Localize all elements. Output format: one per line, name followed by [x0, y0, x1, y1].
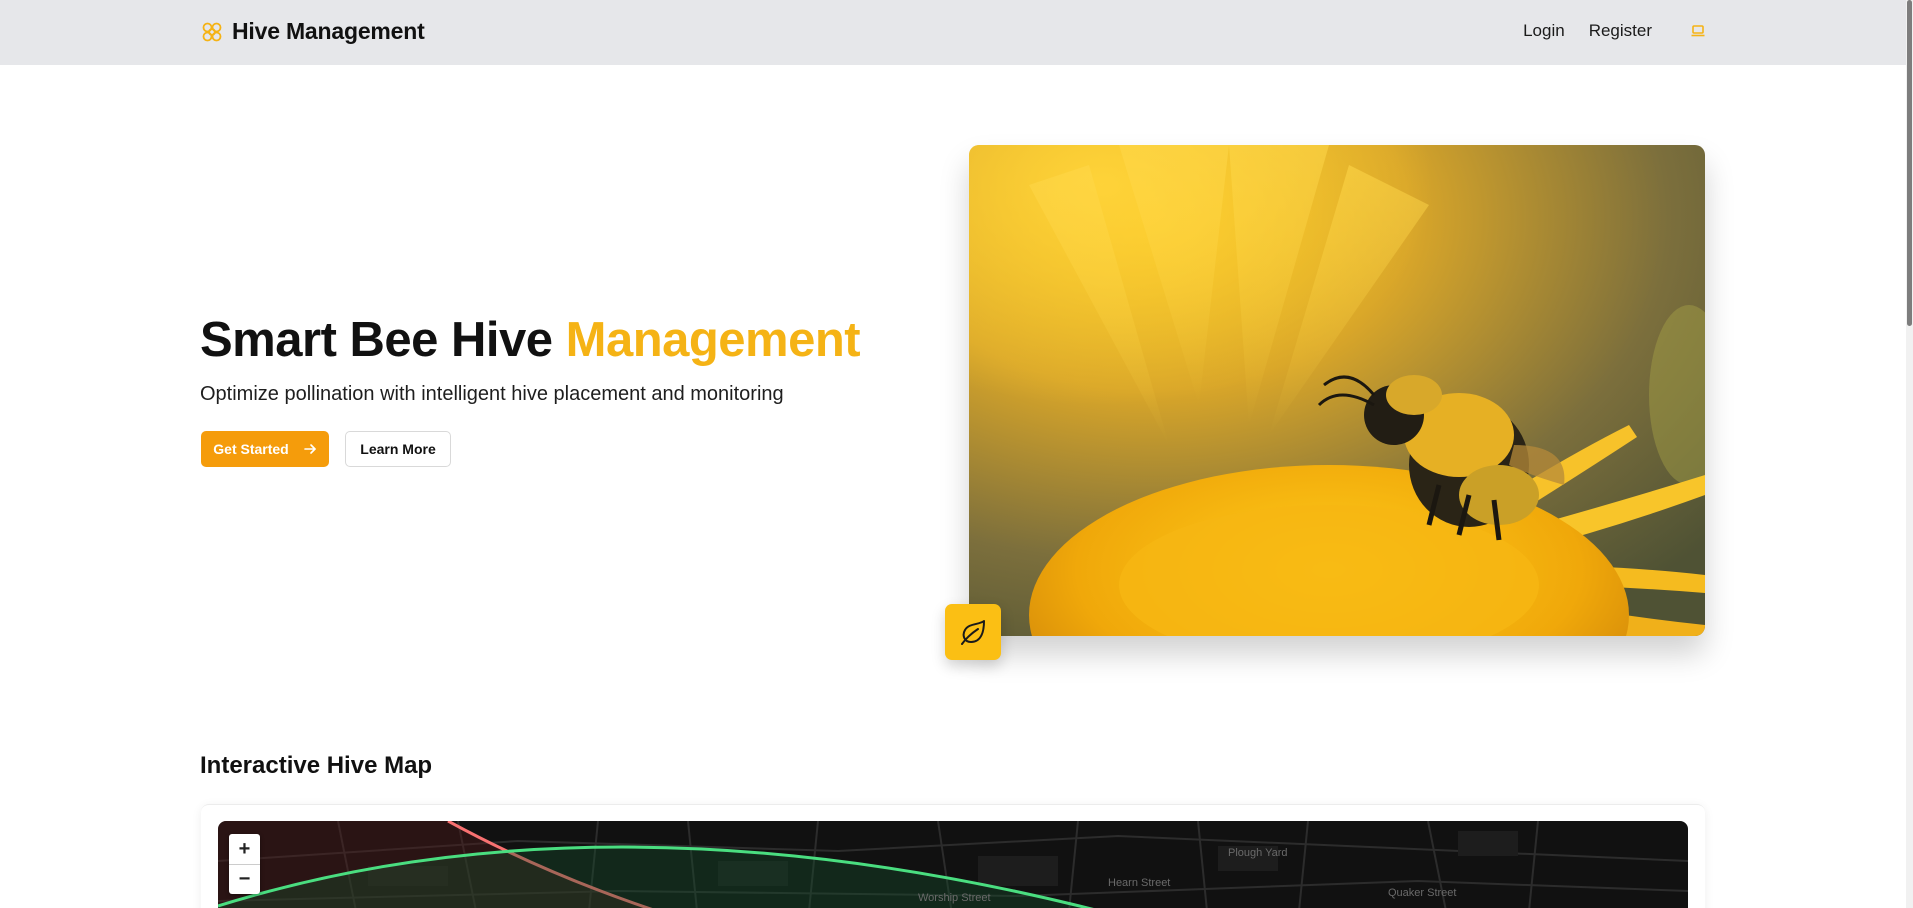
- leaf-icon: [961, 620, 985, 645]
- zoom-in-button[interactable]: +: [229, 834, 260, 864]
- scrollbar-thumb[interactable]: [1907, 0, 1912, 326]
- login-link[interactable]: Login: [1523, 21, 1565, 41]
- map-zoom-control: + −: [229, 834, 260, 894]
- register-link[interactable]: Register: [1589, 21, 1652, 41]
- hero-subtitle: Optimize pollination with intelligent hi…: [200, 383, 784, 405]
- brand-name: Hive Management: [232, 18, 425, 44]
- map-street-label: Plough Yard: [1228, 847, 1288, 859]
- get-started-button[interactable]: Get Started: [201, 431, 329, 467]
- flower-icon: [202, 22, 222, 41]
- bee-on-flower-photo: [969, 145, 1705, 636]
- map-street-label: Worship Street: [918, 892, 991, 904]
- page: Hive Management Login Register Smart Bee…: [0, 0, 1913, 908]
- get-started-label: Get Started: [213, 441, 289, 457]
- map-tiles: Worship Street Hearn Street Quaker Stree…: [218, 821, 1688, 908]
- map-section-title: Interactive Hive Map: [200, 752, 433, 779]
- bee-illustration: [969, 145, 1705, 636]
- map-street-label: Quaker Street: [1388, 887, 1456, 899]
- hero-title-accent: Management: [565, 313, 861, 367]
- leaf-badge: [945, 604, 1001, 660]
- arrow-right-icon: [303, 444, 316, 454]
- zoom-out-button[interactable]: −: [229, 864, 260, 894]
- laptop-icon[interactable]: [1690, 23, 1706, 39]
- top-navbar: Hive Management Login Register: [0, 0, 1906, 65]
- brand-logo[interactable]: Hive Management: [200, 18, 425, 45]
- hero-title-main: Smart Bee Hive: [200, 313, 566, 367]
- hero-title: Smart Bee Hive Management: [200, 312, 861, 368]
- learn-more-label: Learn More: [360, 441, 436, 457]
- map-street-label: Hearn Street: [1108, 877, 1170, 889]
- nav-links: Login Register: [1523, 21, 1706, 41]
- hive-map[interactable]: Worship Street Hearn Street Quaker Stree…: [218, 821, 1688, 908]
- page-scrollbar[interactable]: [1906, 0, 1913, 908]
- learn-more-button[interactable]: Learn More: [345, 431, 451, 467]
